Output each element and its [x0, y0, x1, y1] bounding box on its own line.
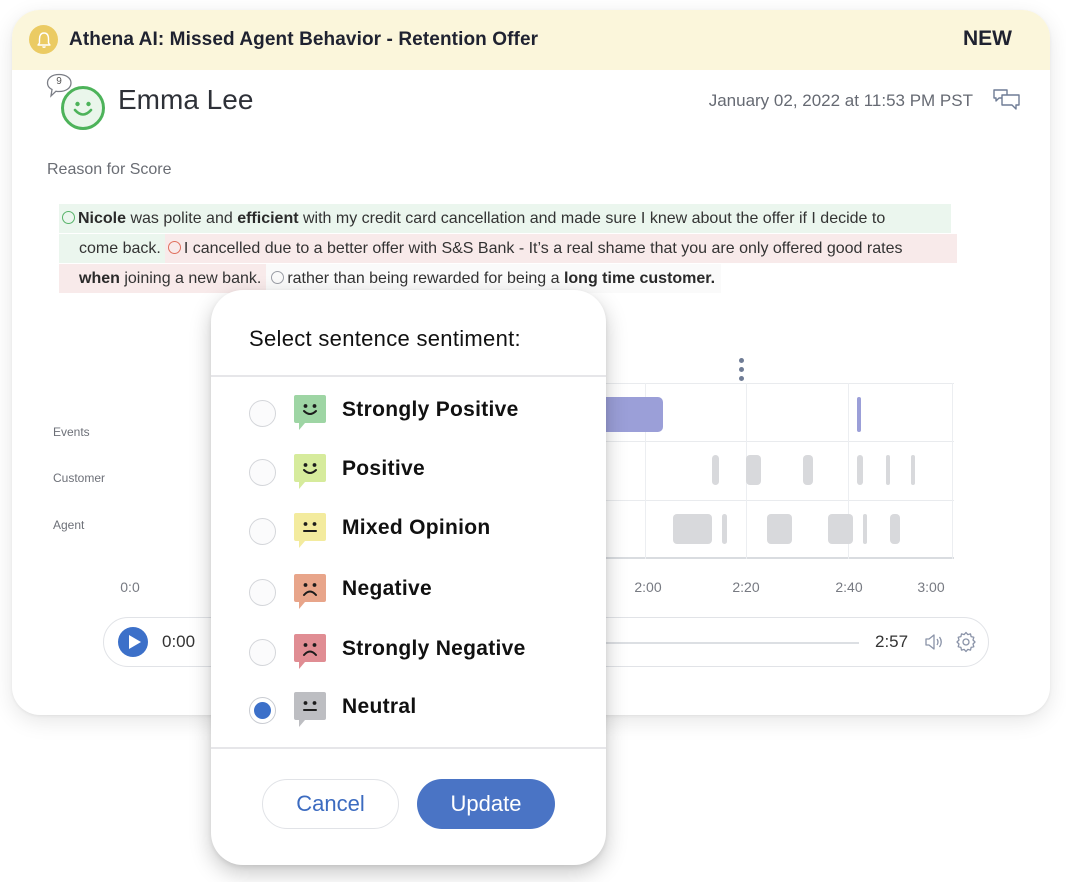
- sentence-text: was polite and: [126, 210, 238, 227]
- customer-speech-segment[interactable]: [910, 455, 915, 485]
- update-button[interactable]: Update: [417, 779, 555, 829]
- sentiment-option[interactable]: Positive: [211, 445, 606, 495]
- sentiment-option-label: Strongly Positive: [342, 398, 519, 421]
- axis-tick-label: 2:40: [835, 579, 863, 595]
- cancel-button[interactable]: Cancel: [262, 779, 399, 829]
- radio-button[interactable]: [249, 400, 276, 427]
- positive-face-icon: [62, 211, 75, 224]
- negative-face-icon: [167, 241, 181, 254]
- sentiment-option[interactable]: Negative: [211, 565, 606, 615]
- sentiment-option-label: Positive: [342, 457, 425, 480]
- sentiment-option-label: Strongly Negative: [342, 637, 526, 660]
- sentiment-option-label: Negative: [342, 577, 432, 600]
- customer-avatar: 9: [46, 73, 110, 133]
- event-marker[interactable]: [857, 397, 862, 432]
- customer-speech-segment[interactable]: [711, 455, 720, 485]
- customer-speech-segment[interactable]: [885, 455, 890, 485]
- comment-count: 9: [56, 76, 62, 87]
- customer-speech-segment[interactable]: [802, 455, 813, 485]
- bell-icon: [29, 25, 58, 54]
- row-label-customer: Customer: [53, 471, 106, 485]
- sentence-text: efficient: [237, 210, 299, 227]
- radio-button[interactable]: [249, 579, 276, 606]
- comment-count-badge[interactable]: 9: [46, 73, 74, 98]
- agent-speech-segment[interactable]: [672, 514, 712, 544]
- sentence-text: when: [79, 270, 120, 287]
- sentiment-dialog: Select sentence sentiment: Strongly Posi…: [211, 290, 606, 865]
- sentence-text: I cancelled due to a better offer with S…: [183, 240, 903, 257]
- sentence-negative-continued[interactable]: when joining a new bank.: [59, 264, 267, 293]
- divider: [211, 375, 606, 377]
- dialog-title: Select sentence sentiment:: [249, 326, 521, 351]
- grid-line: [952, 383, 953, 559]
- sentence-negative[interactable]: I cancelled due to a better offer with S…: [164, 234, 957, 263]
- neutral-face-icon: [293, 691, 327, 729]
- total-time: 2:57: [875, 632, 909, 651]
- row-label-events: Events: [53, 425, 90, 439]
- sentence-line: when joining a new bank. rather than bein…: [59, 264, 951, 293]
- sentence-text: joining a new bank.: [119, 270, 262, 287]
- sentiment-option[interactable]: Neutral: [211, 683, 606, 733]
- mixed-opinion-face-icon: [293, 512, 327, 550]
- positive-face-icon: [293, 453, 327, 491]
- axis-tick-label: 2:00: [634, 579, 662, 595]
- sentence-neutral[interactable]: rather than being rewarded for being a l…: [266, 264, 722, 293]
- sentence-text: come back.: [79, 240, 161, 257]
- agent-speech-segment[interactable]: [766, 514, 793, 544]
- axis-tick-label: 3:00: [917, 579, 945, 595]
- play-button[interactable]: [118, 627, 148, 657]
- radio-button[interactable]: [249, 639, 276, 666]
- radio-button[interactable]: [249, 459, 276, 486]
- event-marker[interactable]: [598, 397, 663, 432]
- sentence-text: rather than being rewarded for being a: [287, 270, 564, 287]
- current-time: 0:00: [162, 632, 196, 651]
- sentence-positive-continued[interactable]: come back.: [59, 234, 165, 263]
- sentence-line: come back. I cancelled due to a better of…: [59, 234, 957, 263]
- alert-title: Athena AI: Missed Agent Behavior - Reten…: [69, 29, 539, 50]
- reason-for-score-label: Reason for Score: [47, 161, 172, 178]
- agent-speech-segment[interactable]: [721, 514, 728, 544]
- sentiment-option-label: Neutral: [342, 695, 417, 718]
- sentence-text: with my credit card cancellation and mad…: [298, 210, 886, 227]
- sentiment-option[interactable]: Strongly Negative: [211, 625, 606, 675]
- new-badge: NEW: [963, 27, 1012, 50]
- agent-speech-segment[interactable]: [863, 514, 868, 544]
- row-label-agent: Agent: [53, 518, 85, 532]
- gear-icon[interactable]: [955, 631, 977, 653]
- alert-header: Athena AI: Missed Agent Behavior - Reten…: [12, 10, 1050, 70]
- call-timestamp: January 02, 2022 at 11:53 PM PST: [708, 91, 973, 110]
- strongly-negative-face-icon: [293, 633, 327, 671]
- customer-speech-segment[interactable]: [857, 455, 864, 485]
- neutral-face-icon: [271, 271, 285, 284]
- sentiment-option-label: Mixed Opinion: [342, 516, 491, 539]
- sentence-positive[interactable]: Nicole was polite and efficient with my …: [59, 204, 951, 233]
- customer-name: Emma Lee: [118, 84, 254, 115]
- negative-face-icon: [293, 573, 327, 611]
- sentiment-option[interactable]: Strongly Positive: [211, 386, 606, 436]
- sentence-text: Nicole: [78, 210, 127, 227]
- comments-icon[interactable]: [992, 88, 1022, 112]
- agent-speech-segment[interactable]: [828, 514, 854, 544]
- agent-speech-segment[interactable]: [890, 514, 901, 544]
- sentiment-option[interactable]: Mixed Opinion: [211, 504, 606, 554]
- volume-icon[interactable]: [924, 632, 946, 652]
- timeline-grid[interactable]: [590, 373, 954, 559]
- axis-tick-label: 0:0: [120, 579, 140, 595]
- radio-button[interactable]: [249, 697, 276, 724]
- strongly-positive-face-icon: [293, 394, 327, 432]
- divider: [211, 747, 606, 749]
- axis-tick-label: 2:20: [732, 579, 760, 595]
- radio-button[interactable]: [249, 518, 276, 545]
- sentence-text: long time customer.: [563, 270, 716, 287]
- customer-speech-segment[interactable]: [746, 455, 762, 485]
